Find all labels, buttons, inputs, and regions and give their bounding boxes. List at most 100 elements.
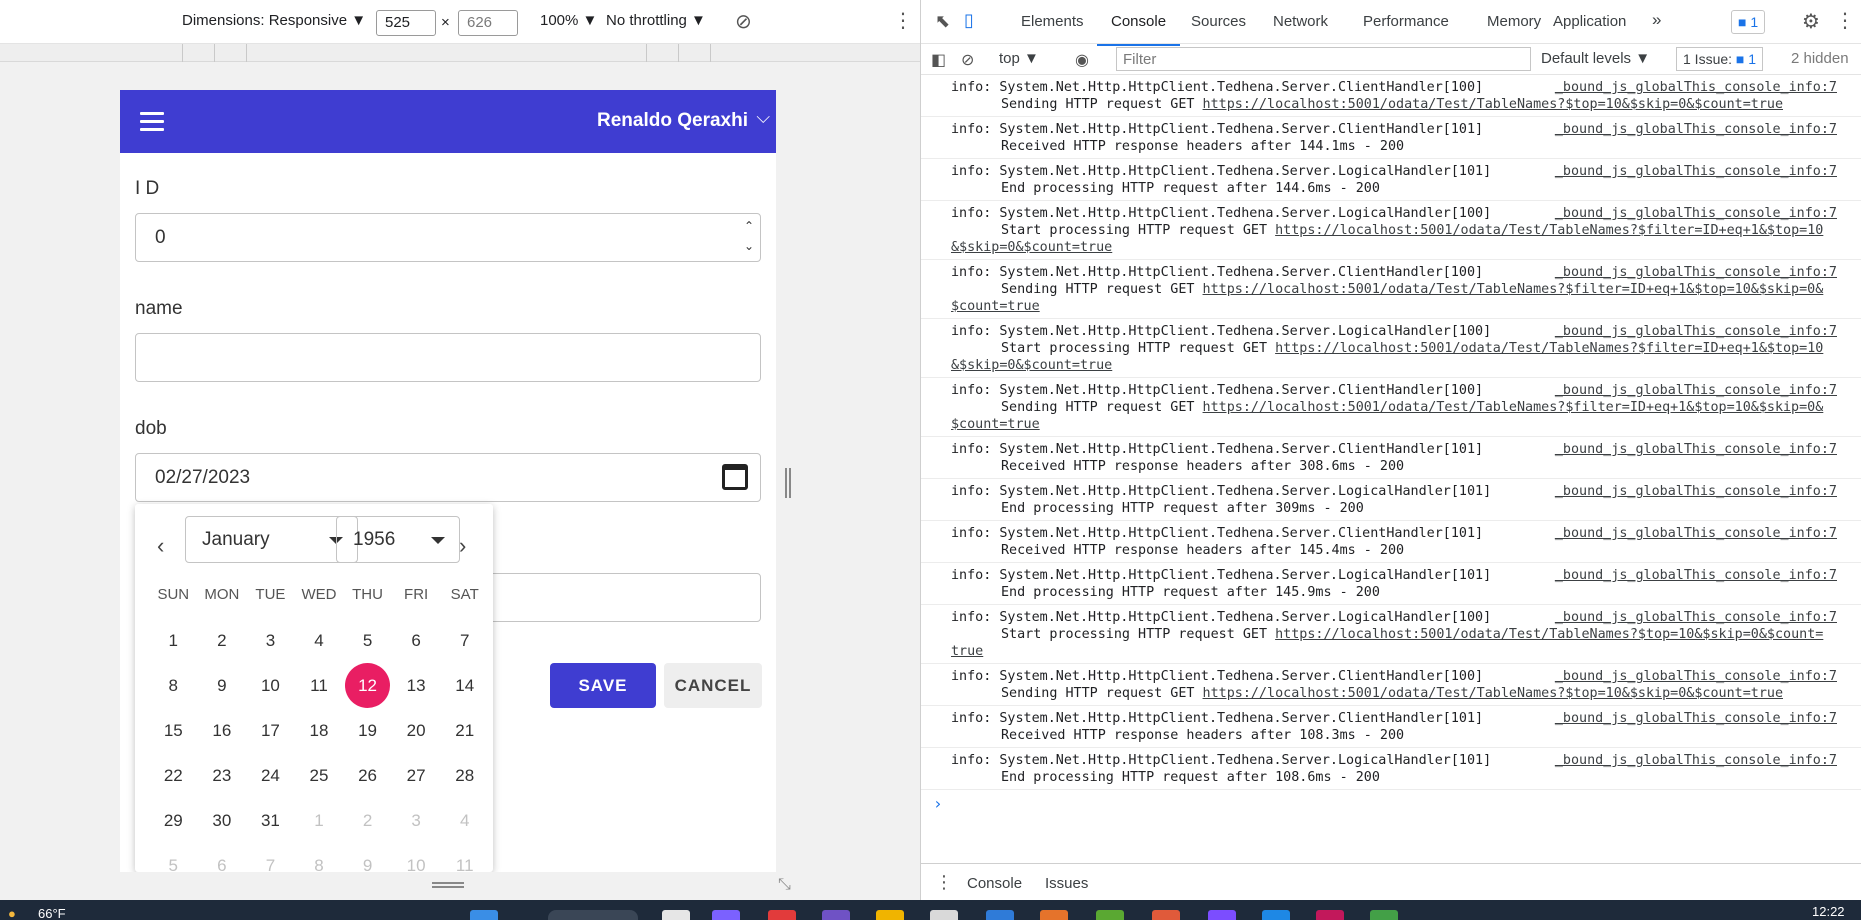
console-prompt[interactable]: ›: [921, 790, 1861, 813]
viewport-resize-handle[interactable]: [785, 468, 793, 498]
calendar-day[interactable]: 30: [198, 798, 247, 843]
viewport-height-input[interactable]: 626: [458, 10, 518, 36]
hamburger-menu-icon[interactable]: [140, 112, 164, 131]
console-source-link[interactable]: _bound_js_globalThis_console_info:7: [1555, 323, 1837, 340]
drawer-menu-icon[interactable]: ⋮: [935, 872, 953, 893]
chevron-right-icon[interactable]: ›: [459, 533, 466, 559]
taskbar-app-icon[interactable]: [768, 910, 796, 920]
chevron-left-icon[interactable]: ‹: [157, 533, 164, 559]
sidebar-toggle-icon[interactable]: ◧: [931, 50, 946, 70]
console-source-link[interactable]: _bound_js_globalThis_console_info:7: [1555, 264, 1837, 281]
calendar-day[interactable]: 2: [343, 798, 392, 843]
issues-button[interactable]: 1 Issue: ■ 1: [1676, 47, 1764, 71]
taskbar-app-icon[interactable]: [1262, 910, 1290, 920]
console-filter-input[interactable]: Filter: [1116, 47, 1531, 71]
calendar-day[interactable]: 16: [198, 708, 247, 753]
taskbar-app-icon[interactable]: [930, 910, 958, 920]
console-source-link[interactable]: _bound_js_globalThis_console_info:7: [1555, 121, 1837, 138]
console-source-link[interactable]: _bound_js_globalThis_console_info:7: [1555, 483, 1837, 500]
month-select[interactable]: January: [185, 516, 358, 563]
log-levels-dropdown[interactable]: Default levels ▼: [1541, 50, 1650, 67]
taskbar-app-icon[interactable]: [712, 910, 740, 920]
calendar-day[interactable]: 29: [149, 798, 198, 843]
dimensions-dropdown[interactable]: Dimensions: Responsive ▼: [182, 12, 366, 29]
device-toggle-icon[interactable]: ▯: [964, 10, 974, 31]
calendar-day[interactable]: 10: [392, 843, 441, 873]
calendar-icon[interactable]: [722, 464, 748, 490]
throttling-dropdown[interactable]: No throttling ▼: [606, 12, 706, 29]
taskbar-app-icon[interactable]: [662, 910, 690, 920]
console-url-link[interactable]: https://localhost:5001/odata/Test/TableN…: [1275, 627, 1823, 642]
console-url-link[interactable]: https://localhost:5001/odata/Test/TableN…: [1275, 341, 1823, 356]
devtools-menu-icon[interactable]: ⋮: [1835, 8, 1855, 33]
year-select[interactable]: 1956: [336, 516, 460, 563]
console-source-link[interactable]: _bound_js_globalThis_console_info:7: [1555, 163, 1837, 180]
tab-console[interactable]: Console: [1096, 13, 1181, 46]
console-url-link[interactable]: https://localhost:5001/odata/Test/TableN…: [1203, 97, 1783, 112]
inspect-icon[interactable]: ⬉: [935, 11, 950, 32]
console-source-link[interactable]: _bound_js_globalThis_console_info:7: [1555, 441, 1837, 458]
cancel-button[interactable]: CANCEL: [664, 663, 762, 708]
calendar-day[interactable]: 10: [246, 663, 295, 708]
tab-application[interactable]: Application: [1553, 13, 1626, 30]
drawer-tab-issues[interactable]: Issues: [1045, 875, 1088, 892]
calendar-day[interactable]: 7: [246, 843, 295, 873]
console-url-link[interactable]: https://localhost:5001/odata/Test/TableN…: [1203, 686, 1783, 701]
calendar-day[interactable]: 1: [149, 618, 198, 663]
calendar-day[interactable]: 3: [246, 618, 295, 663]
more-options-icon[interactable]: ⋮: [893, 8, 913, 33]
calendar-day[interactable]: 27: [392, 753, 441, 798]
tab-elements[interactable]: Elements: [1021, 13, 1084, 30]
console-url-link[interactable]: https://localhost:5001/odata/Test/TableN…: [1203, 400, 1824, 415]
tab-performance[interactable]: Performance: [1363, 13, 1449, 30]
calendar-day[interactable]: 24: [246, 753, 295, 798]
calendar-day[interactable]: 23: [198, 753, 247, 798]
console-source-link[interactable]: _bound_js_globalThis_console_info:7: [1555, 710, 1837, 727]
calendar-day[interactable]: 11: [440, 843, 489, 873]
zoom-dropdown[interactable]: 100% ▼: [540, 12, 597, 29]
eye-icon[interactable]: ◉: [1075, 50, 1089, 70]
calendar-day[interactable]: 20: [392, 708, 441, 753]
drawer-tab-console[interactable]: Console: [967, 875, 1022, 892]
console-url-continuation[interactable]: $count=true: [951, 298, 1854, 315]
calendar-day[interactable]: 4: [440, 798, 489, 843]
calendar-day[interactable]: 9: [198, 663, 247, 708]
start-icon[interactable]: [470, 910, 498, 920]
calendar-day[interactable]: 5: [149, 843, 198, 873]
console-source-link[interactable]: _bound_js_globalThis_console_info:7: [1555, 205, 1837, 222]
clear-console-icon[interactable]: ⊘: [961, 50, 974, 70]
calendar-day[interactable]: 13: [392, 663, 441, 708]
calendar-day[interactable]: 9: [343, 843, 392, 873]
calendar-day[interactable]: 11: [295, 663, 344, 708]
taskbar-app-icon[interactable]: [1316, 910, 1344, 920]
console-source-link[interactable]: _bound_js_globalThis_console_info:7: [1555, 752, 1837, 769]
console-url-continuation[interactable]: $count=true: [951, 416, 1854, 433]
console-source-link[interactable]: _bound_js_globalThis_console_info:7: [1555, 525, 1837, 542]
console-source-link[interactable]: _bound_js_globalThis_console_info:7: [1555, 567, 1837, 584]
calendar-day[interactable]: 5: [343, 618, 392, 663]
calendar-day[interactable]: 3: [392, 798, 441, 843]
context-select[interactable]: top ▼: [999, 50, 1039, 67]
calendar-day[interactable]: 7: [440, 618, 489, 663]
clock[interactable]: 12:22: [1812, 904, 1845, 919]
more-tabs-icon[interactable]: »: [1652, 10, 1661, 30]
tab-network[interactable]: Network: [1273, 13, 1328, 30]
taskbar-app-icon[interactable]: [1208, 910, 1236, 920]
calendar-day[interactable]: 22: [149, 753, 198, 798]
calendar-day[interactable]: 28: [440, 753, 489, 798]
calendar-day[interactable]: 25: [295, 753, 344, 798]
corner-resize-icon[interactable]: ⤡: [778, 876, 791, 894]
calendar-day[interactable]: 14: [440, 663, 489, 708]
weather-icon[interactable]: ●: [8, 906, 16, 920]
calendar-day[interactable]: 6: [392, 618, 441, 663]
calendar-day[interactable]: 19: [343, 708, 392, 753]
rotate-icon[interactable]: ⊘: [735, 9, 752, 34]
taskbar-app-icon[interactable]: [1370, 910, 1398, 920]
calendar-day[interactable]: 31: [246, 798, 295, 843]
tab-sources[interactable]: Sources: [1191, 13, 1246, 30]
console-url-continuation[interactable]: &$skip=0&$count=true: [951, 239, 1854, 256]
viewport-width-input[interactable]: 525: [376, 10, 436, 36]
calendar-day-selected[interactable]: 12: [343, 663, 392, 708]
calendar-day[interactable]: 18: [295, 708, 344, 753]
calendar-day[interactable]: 15: [149, 708, 198, 753]
